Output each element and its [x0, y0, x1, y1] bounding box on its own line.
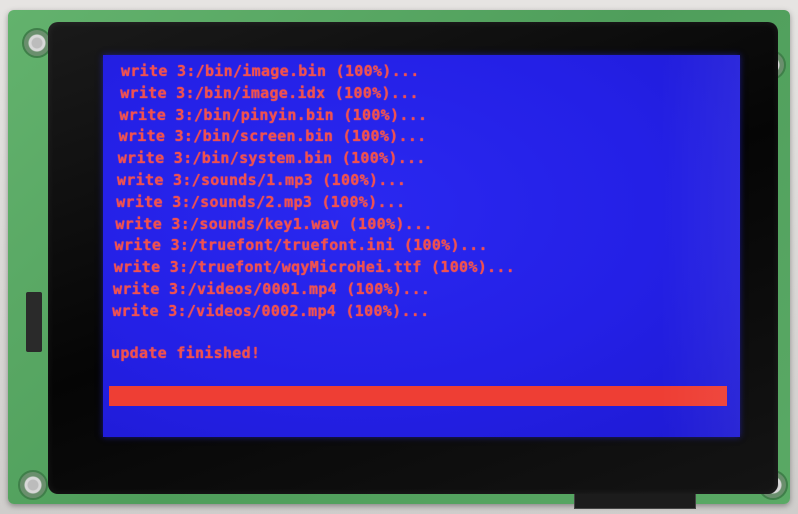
- log-line: write 3:/sounds/key1.wav (100%)...: [115, 214, 433, 233]
- mounting-hole: [18, 470, 48, 500]
- log-line: write 3:/videos/0002.mp4 (100%)...: [112, 301, 430, 320]
- lcd-screen: write 3:/bin/image.bin (100%)... write 3:…: [103, 55, 740, 437]
- photo-scene: write 3:/bin/image.bin (100%)... write 3:…: [0, 0, 798, 514]
- log-line: write 3:/bin/image.idx (100%)...: [120, 83, 419, 102]
- log-line: write 3:/sounds/1.mp3 (100%)...: [117, 170, 407, 189]
- log-line: write 3:/bin/image.bin (100%)...: [121, 62, 420, 80]
- log-line: write 3:/truefont/wqyMicroHei.ttf (100%)…: [113, 258, 516, 277]
- side-connector: [26, 292, 42, 352]
- progress-bar-fill: [109, 386, 727, 406]
- log-line: write 3:/videos/0001.mp4 (100%)...: [113, 279, 431, 298]
- log-line: write 3:/sounds/2.mp3 (100%)...: [116, 192, 406, 211]
- update-log: write 3:/bin/image.bin (100%)... write 3:…: [112, 61, 516, 323]
- log-line: write 3:/bin/system.bin (100%)...: [117, 149, 426, 168]
- update-status: update finished!: [111, 344, 261, 362]
- log-line: write 3:/bin/screen.bin (100%)...: [118, 127, 427, 146]
- log-line: write 3:/bin/pinyin.bin (100%)...: [119, 105, 428, 124]
- screen-glare: [660, 55, 740, 437]
- progress-bar: [109, 386, 727, 406]
- log-line: write 3:/truefont/truefont.ini (100%)...: [114, 236, 488, 255]
